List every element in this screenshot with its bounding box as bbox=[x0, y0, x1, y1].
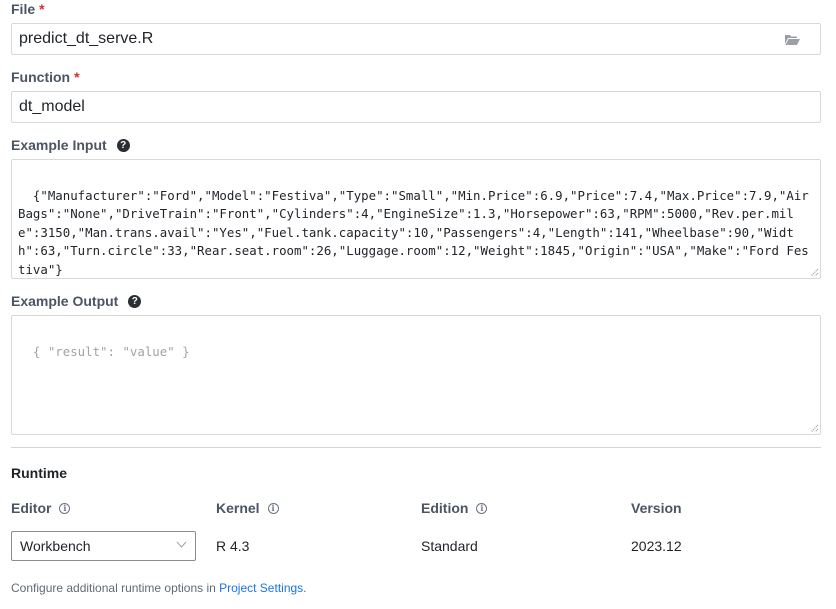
editor-label-text: Editor bbox=[11, 500, 52, 516]
section-divider bbox=[11, 447, 821, 448]
function-input-value: dt_model bbox=[19, 98, 85, 115]
example-output-textarea[interactable]: { "result": "value" } bbox=[11, 315, 821, 435]
runtime-footnote: Configure additional runtime options in … bbox=[11, 581, 307, 595]
file-input[interactable]: predict_dt_serve.R bbox=[11, 23, 821, 55]
required-marker: * bbox=[39, 1, 45, 17]
kernel-label: Kernel i bbox=[216, 500, 279, 516]
kernel-value: R 4.3 bbox=[216, 538, 250, 554]
example-input-textarea[interactable]: {"Manufacturer":"Ford","Model":"Festiva"… bbox=[11, 159, 821, 279]
function-label-text: Function bbox=[11, 69, 71, 85]
edition-label: Edition i bbox=[421, 500, 488, 516]
footnote-period: . bbox=[303, 581, 307, 595]
info-icon[interactable]: i bbox=[59, 502, 71, 514]
chevron-down-icon bbox=[176, 541, 187, 548]
footnote-text: Configure additional runtime options in bbox=[11, 581, 220, 595]
example-input-label: Example Input ? bbox=[11, 137, 130, 153]
resize-handle-icon[interactable] bbox=[810, 268, 819, 277]
project-settings-link[interactable]: Project Settings bbox=[219, 581, 303, 595]
help-icon[interactable]: ? bbox=[128, 294, 142, 308]
folder-open-icon[interactable] bbox=[785, 34, 800, 45]
version-label: Version bbox=[631, 500, 682, 516]
function-label: Function * bbox=[11, 69, 80, 85]
runtime-section-title: Runtime bbox=[11, 465, 67, 481]
example-output-placeholder: { "result": "value" } bbox=[32, 343, 190, 359]
editor-select[interactable]: Workbench bbox=[11, 531, 196, 561]
example-output-label: Example Output ? bbox=[11, 293, 142, 309]
editor-select-value: Workbench bbox=[20, 538, 91, 554]
kernel-label-text: Kernel bbox=[216, 500, 260, 516]
function-input[interactable]: dt_model bbox=[11, 91, 821, 123]
info-icon[interactable]: i bbox=[267, 502, 279, 514]
example-output-label-text: Example Output bbox=[11, 293, 119, 309]
example-input-label-text: Example Input bbox=[11, 137, 107, 153]
required-marker: * bbox=[74, 69, 80, 85]
file-label-text: File bbox=[11, 1, 36, 17]
info-icon[interactable]: i bbox=[476, 502, 488, 514]
edition-label-text: Edition bbox=[421, 500, 469, 516]
help-icon[interactable]: ? bbox=[116, 138, 130, 152]
file-input-value: predict_dt_serve.R bbox=[19, 30, 154, 47]
version-label-text: Version bbox=[631, 500, 682, 516]
editor-label: Editor i bbox=[11, 500, 71, 516]
edition-value: Standard bbox=[421, 538, 478, 554]
example-input-value: {"Manufacturer":"Ford","Model":"Festiva"… bbox=[18, 187, 809, 277]
version-value: 2023.12 bbox=[631, 538, 682, 554]
file-label: File * bbox=[11, 1, 45, 17]
resize-handle-icon[interactable] bbox=[810, 424, 819, 433]
